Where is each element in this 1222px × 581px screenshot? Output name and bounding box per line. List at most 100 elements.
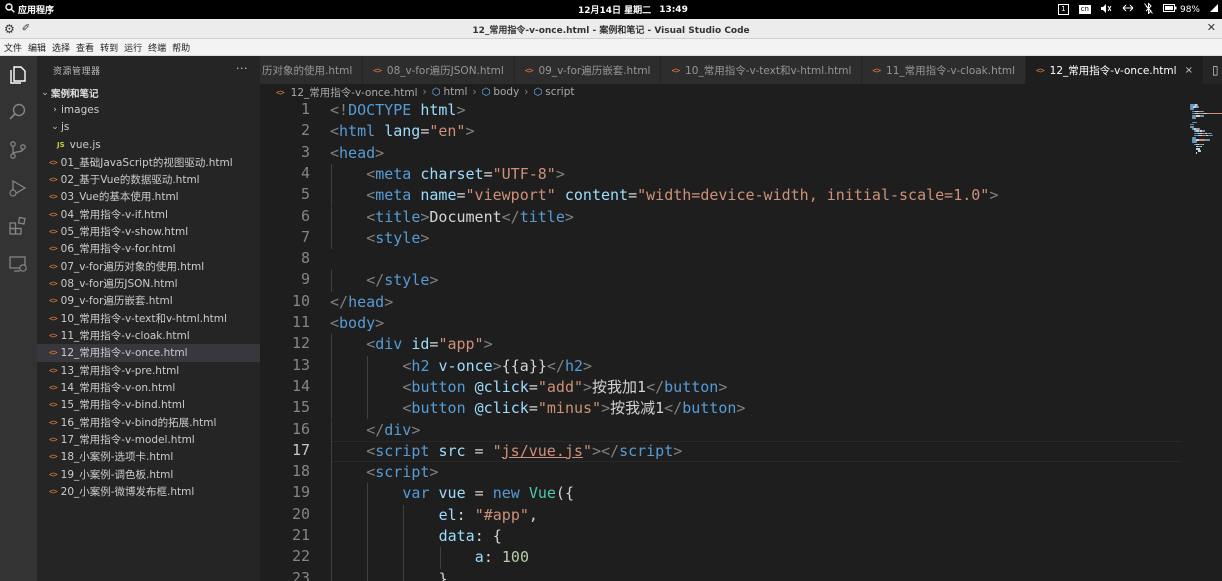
code-line[interactable]: <button @click="add">按我加1</button> — [402, 377, 727, 398]
code-token: meta — [375, 164, 412, 183]
minimap[interactable] — [1188, 100, 1222, 581]
code-line[interactable]: } — [439, 569, 448, 581]
close-icon[interactable]: × — [1185, 65, 1193, 76]
breadcrumb-script[interactable]: script — [545, 86, 574, 98]
menu-edit[interactable]: 编辑 — [28, 41, 46, 54]
code-token: > — [420, 228, 430, 247]
minimap-token — [1203, 115, 1204, 117]
file-item[interactable]: <> 13_常用指令-v-pre.html — [37, 362, 260, 379]
applications-menu[interactable]: 应用程序 — [0, 3, 54, 16]
file-item[interactable]: <> 05_常用指令-v-show.html — [37, 223, 260, 240]
file-item[interactable]: <> 19_小案例-调色板.html — [37, 466, 260, 483]
file-item[interactable]: <> 04_常用指令-v-if.html — [37, 205, 260, 222]
code-line[interactable]: <div id="app"> — [366, 334, 492, 355]
input-method-indicator[interactable]: cn — [1078, 5, 1091, 14]
code-line[interactable]: <meta charset="UTF-8"> — [366, 164, 565, 185]
window-title-bar[interactable]: ⚙ ✐ 12_常用指令-v-once.html - 案例和笔记 - Visual… — [0, 19, 1222, 39]
html-file-icon: <> — [49, 313, 58, 323]
editor-tab[interactable]: 历对象的使用.html — [260, 56, 364, 84]
menu-run[interactable]: 运行 — [124, 41, 142, 54]
battery-icon — [1162, 4, 1177, 15]
menu-go[interactable]: 转到 — [100, 41, 118, 54]
bluetooth-off-icon[interactable] — [1144, 1, 1153, 17]
code-line[interactable]: var vue = new Vue({ — [402, 483, 574, 504]
code-line[interactable]: </div> — [366, 420, 420, 441]
volume-muted-icon[interactable] — [1100, 3, 1112, 16]
remote-explorer-icon[interactable] — [7, 253, 29, 275]
close-window-icon[interactable]: ✕ — [1207, 21, 1216, 34]
tab-overflow-icon[interactable]: ▯ — [1212, 56, 1222, 84]
editor-tab[interactable]: <> 12_常用指令-v-once.html × — [1026, 56, 1204, 84]
file-item[interactable]: <> 15_常用指令-v-bind.html — [37, 396, 260, 413]
code-line[interactable]: <!DOCTYPE html> — [330, 100, 465, 121]
file-item[interactable]: <> 10_常用指令-v-text和v-html.html — [37, 309, 260, 326]
code-line[interactable]: <style> — [366, 228, 429, 249]
file-item[interactable]: <> 11_常用指令-v-cloak.html — [37, 327, 260, 344]
file-vue-js[interactable]: JS vue.js — [37, 136, 260, 153]
code-line[interactable]: <title>Document</title> — [366, 207, 574, 228]
minimap-token — [1202, 143, 1204, 146]
file-item[interactable]: <> 02_基于Vue的数据驱动.html — [37, 171, 260, 188]
menu-selection[interactable]: 选择 — [52, 41, 70, 54]
workspace-indicator[interactable]: 1 — [1058, 4, 1069, 15]
code-line[interactable]: </head> — [330, 292, 393, 313]
explorer-icon[interactable] — [7, 64, 29, 86]
code-line[interactable]: data: { — [439, 526, 502, 547]
code-line[interactable]: a: 100 — [475, 547, 529, 568]
project-folder[interactable]: ⌄ 案例和笔记 — [37, 84, 260, 101]
code-line[interactable]: <h2 v-once>{{a}}</h2> — [402, 356, 592, 377]
code-line[interactable]: <html lang="en"> — [330, 121, 475, 142]
file-item[interactable]: <> 12_常用指令-v-once.html — [37, 344, 260, 362]
file-item[interactable]: <> 03_Vue的基本使用.html — [37, 188, 260, 205]
code-line[interactable]: </style> — [366, 270, 438, 291]
folder-js[interactable]: ⌄ js — [37, 119, 260, 136]
editor-tab[interactable]: <> 11_常用指令-v-cloak.html — [862, 56, 1027, 84]
code-line[interactable]: <script src = "js/vue.js"></script> — [366, 441, 682, 462]
code-line[interactable]: <script> — [366, 462, 438, 483]
file-item[interactable]: <> 18_小案例-选项卡.html — [37, 448, 260, 465]
extensions-icon[interactable] — [7, 215, 29, 237]
code-line[interactable]: el: "#app", — [439, 505, 538, 526]
editor-tab[interactable]: <> 08_v-for遍历JSON.html — [363, 56, 515, 84]
code-line[interactable]: <head> — [330, 143, 384, 164]
file-item[interactable]: <> 08_v-for遍历JSON.html — [37, 275, 260, 292]
file-item[interactable]: <> 17_常用指令-v-model.html — [37, 431, 260, 448]
code-token: @click — [474, 377, 529, 396]
code-line[interactable]: <meta name="viewport" content="width=dev… — [366, 185, 998, 206]
search-icon — [5, 3, 15, 16]
menu-view[interactable]: 查看 — [76, 41, 94, 54]
more-actions-icon[interactable]: ··· — [236, 62, 248, 75]
editor-tab[interactable]: <> 09_v-for遍历嵌套.html — [514, 56, 662, 84]
file-item[interactable]: <> 07_v-for遍历对象的使用.html — [37, 257, 260, 274]
folder-images[interactable]: › images — [37, 101, 260, 118]
menu-help[interactable]: 帮助 — [172, 41, 190, 54]
editor-tab[interactable]: <> 10_常用指令-v-text和v-html.html — [661, 56, 863, 84]
breadcrumb-file[interactable]: 12_常用指令-v-once.html — [291, 85, 418, 100]
code-line[interactable]: <button @click="minus">按我减1</button> — [402, 398, 745, 419]
code-editor[interactable]: 1 2 3 4 5 6 7 8 9 10 11 12 13 14 15 16 17 18 19 20 21 22 23 <!… — [260, 100, 1222, 581]
menu-file[interactable]: 文件 — [4, 41, 22, 54]
file-item[interactable]: <> 06_常用指令-v-for.html — [37, 240, 260, 257]
network-icon[interactable] — [1122, 4, 1134, 16]
power-menu-icon[interactable] — [1210, 4, 1218, 15]
file-item[interactable]: <> 16_常用指令-v-bind的拓展.html — [37, 414, 260, 431]
html-file-icon: <> — [49, 244, 58, 254]
minimap-token — [1209, 139, 1210, 141]
battery-indicator[interactable]: 98% — [1162, 4, 1200, 15]
breadcrumb-html[interactable]: html — [443, 86, 467, 98]
file-label: 19_小案例-调色板.html — [60, 468, 174, 481]
file-item[interactable]: <> 14_常用指令-v-on.html — [37, 379, 260, 396]
source-control-icon[interactable] — [7, 139, 29, 161]
clock[interactable]: 12月14日 星期二 13:49 — [578, 0, 688, 19]
search-icon[interactable] — [7, 101, 29, 123]
run-debug-icon[interactable] — [7, 177, 29, 199]
file-item[interactable]: <> 01_基础JavaScript的视图驱动.html — [37, 153, 260, 170]
line-number: 7 — [300, 227, 310, 246]
html-file-icon: <> — [49, 261, 58, 271]
code-line[interactable]: <body> — [330, 313, 384, 334]
breadcrumb-body[interactable]: body — [493, 86, 519, 98]
file-item[interactable]: <> 09_v-for遍历嵌套.html — [37, 292, 260, 309]
file-item[interactable]: <> 20_小案例-微博发布框.html — [37, 483, 260, 500]
indent-guide — [367, 504, 369, 526]
menu-terminal[interactable]: 终端 — [148, 41, 166, 54]
